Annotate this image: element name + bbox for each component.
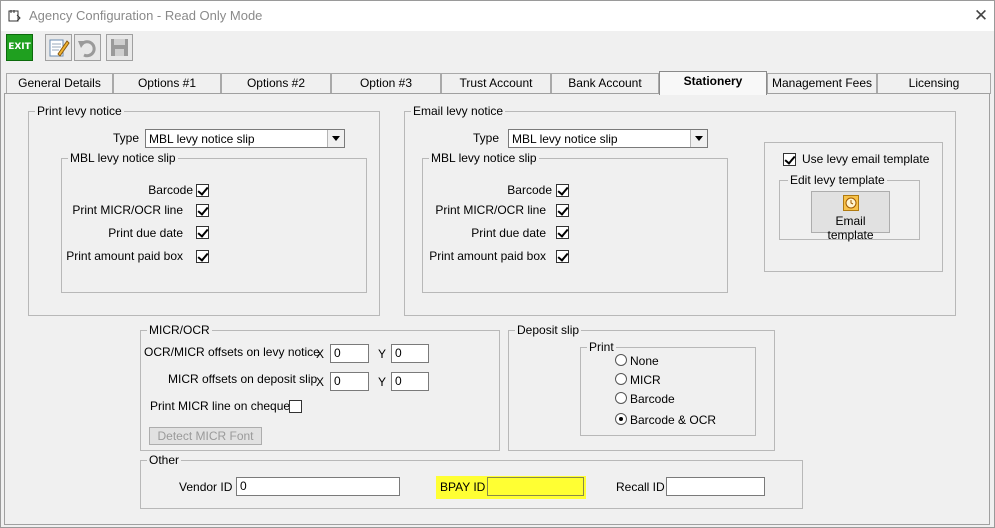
print-type-select[interactable]: MBL levy notice slip: [145, 129, 345, 148]
radio-barcode-ocr[interactable]: [615, 413, 627, 425]
email-type-select[interactable]: MBL levy notice slip: [508, 129, 708, 148]
tab-trust-account[interactable]: Trust Account: [441, 73, 551, 94]
edit-levy-template-group: Edit levy template Email template: [779, 173, 920, 242]
deposit-y-label: Y: [378, 375, 387, 389]
email-type-value: MBL levy notice slip: [512, 132, 618, 146]
recall-id-input[interactable]: [666, 477, 765, 496]
levy-y-label: Y: [378, 347, 387, 361]
print-due-date-checkbox[interactable]: [196, 226, 209, 239]
email-amount-paid-checkbox[interactable]: [556, 250, 569, 263]
email-template-button[interactable]: Email template: [811, 191, 890, 242]
email-template-box: Use levy email template Edit levy templa…: [764, 142, 943, 272]
tab-bank-account[interactable]: Bank Account: [551, 73, 659, 94]
use-levy-email-template-checkbox[interactable]: [783, 153, 796, 166]
close-icon[interactable]: ✕: [969, 5, 993, 27]
agency-configuration-window: Agency Configuration - Read Only Mode ✕ …: [0, 0, 995, 528]
print-radio-title: Print: [587, 340, 616, 354]
levy-y-input[interactable]: 0: [391, 344, 429, 363]
print-due-date-label: Print due date: [108, 226, 183, 240]
exit-button[interactable]: EXIT: [6, 34, 33, 61]
print-barcode-label: Barcode: [148, 183, 193, 197]
tab-options-2[interactable]: Options #2: [221, 73, 331, 94]
print-amount-paid-label: Print amount paid box: [66, 249, 183, 263]
email-micr-ocr-checkbox[interactable]: [556, 204, 569, 217]
email-type-label: Type: [473, 131, 500, 145]
print-micr-ocr-label: Print MICR/OCR line: [72, 203, 183, 217]
email-micr-ocr-label: Print MICR/OCR line: [435, 203, 546, 217]
edit-levy-template-title: Edit levy template: [788, 173, 887, 187]
undo-icon: [78, 40, 96, 58]
deposit-slip-group: Deposit slip Print None MICR Barcode Bar…: [508, 323, 775, 451]
email-levy-notice-group: Email levy notice Type MBL levy notice s…: [404, 104, 956, 316]
radio-none-label: None: [630, 354, 659, 368]
levy-offsets-label: OCR/MICR offsets on levy notice: [144, 345, 320, 359]
deposit-x-label: X: [316, 375, 325, 389]
edit-icon: [49, 39, 70, 57]
print-amount-paid-checkbox[interactable]: [196, 250, 209, 263]
micr-ocr-title: MICR/OCR: [147, 323, 212, 337]
deposit-y-input[interactable]: 0: [391, 372, 429, 391]
tab-stationery[interactable]: Stationery: [659, 71, 767, 95]
email-levy-notice-title: Email levy notice: [411, 104, 506, 118]
radio-barcode-ocr-label: Barcode & OCR: [630, 413, 717, 427]
email-barcode-label: Barcode: [507, 183, 552, 197]
undo-button[interactable]: [74, 34, 101, 61]
deposit-slip-title: Deposit slip: [515, 323, 582, 337]
print-micr-cheques-checkbox[interactable]: [289, 400, 302, 413]
email-mbl-slip-title: MBL levy notice slip: [429, 151, 539, 165]
email-amount-paid-label: Print amount paid box: [429, 249, 546, 263]
other-group: Other Vendor ID 0 BPAY ID Recall ID: [140, 453, 803, 509]
clock-icon: [843, 195, 859, 211]
chevron-down-icon[interactable]: [690, 130, 707, 147]
email-due-date-label: Print due date: [471, 226, 546, 240]
levy-x-label: X: [316, 347, 325, 361]
deposit-x-input[interactable]: 0: [330, 372, 369, 391]
radio-none[interactable]: [615, 354, 627, 366]
print-barcode-checkbox[interactable]: [196, 184, 209, 197]
tab-options-1[interactable]: Options #1: [113, 73, 221, 94]
print-levy-notice-title: Print levy notice: [35, 104, 124, 118]
radio-barcode-label: Barcode: [630, 392, 675, 406]
radio-micr-label: MICR: [630, 373, 661, 387]
radio-barcode[interactable]: [615, 392, 627, 404]
bpay-id-input[interactable]: [487, 477, 584, 496]
email-due-date-checkbox[interactable]: [556, 226, 569, 239]
edit-button[interactable]: [45, 34, 72, 61]
print-radio-group: Print None MICR Barcode Barcode & OCR: [580, 340, 756, 436]
email-template-button-label: Email template: [827, 214, 874, 242]
email-mbl-slip-group: MBL levy notice slip Barcode Print MICR/…: [422, 151, 728, 293]
print-micr-cheques-label: Print MICR line on cheques: [150, 399, 297, 413]
title-bar: Agency Configuration - Read Only Mode ✕: [1, 1, 994, 31]
vendor-id-label: Vendor ID: [179, 480, 233, 494]
save-icon: [111, 39, 128, 56]
save-button[interactable]: [106, 34, 133, 61]
other-title: Other: [147, 453, 182, 467]
print-mbl-slip-group: MBL levy notice slip Barcode Print MICR/…: [61, 151, 367, 293]
print-type-value: MBL levy notice slip: [149, 132, 255, 146]
print-type-label: Type: [113, 131, 140, 145]
use-levy-email-template-label: Use levy email template: [802, 152, 930, 166]
print-micr-ocr-checkbox[interactable]: [196, 204, 209, 217]
app-icon: [8, 10, 21, 22]
levy-x-input[interactable]: 0: [330, 344, 369, 363]
recall-id-label: Recall ID: [616, 480, 665, 494]
micr-ocr-group: MICR/OCR OCR/MICR offsets on levy notice…: [140, 323, 500, 451]
bpay-id-label: BPAY ID: [440, 480, 486, 494]
tab-general-details[interactable]: General Details: [6, 73, 113, 94]
vendor-id-input[interactable]: 0: [236, 477, 400, 496]
email-barcode-checkbox[interactable]: [556, 184, 569, 197]
deposit-offsets-label: MICR offsets on deposit slip: [168, 372, 318, 386]
window-title: Agency Configuration - Read Only Mode: [29, 8, 263, 23]
print-levy-notice-group: Print levy notice Type MBL levy notice s…: [28, 104, 380, 316]
tab-management-fees[interactable]: Management Fees: [767, 73, 877, 94]
radio-micr[interactable]: [615, 373, 627, 385]
detect-micr-font-button[interactable]: Detect MICR Font: [149, 427, 262, 445]
tab-licensing[interactable]: Licensing: [877, 73, 991, 94]
exit-label: EXIT: [8, 42, 31, 52]
tab-option-3[interactable]: Option #3: [331, 73, 441, 94]
chevron-down-icon[interactable]: [327, 130, 344, 147]
print-mbl-slip-title: MBL levy notice slip: [68, 151, 178, 165]
